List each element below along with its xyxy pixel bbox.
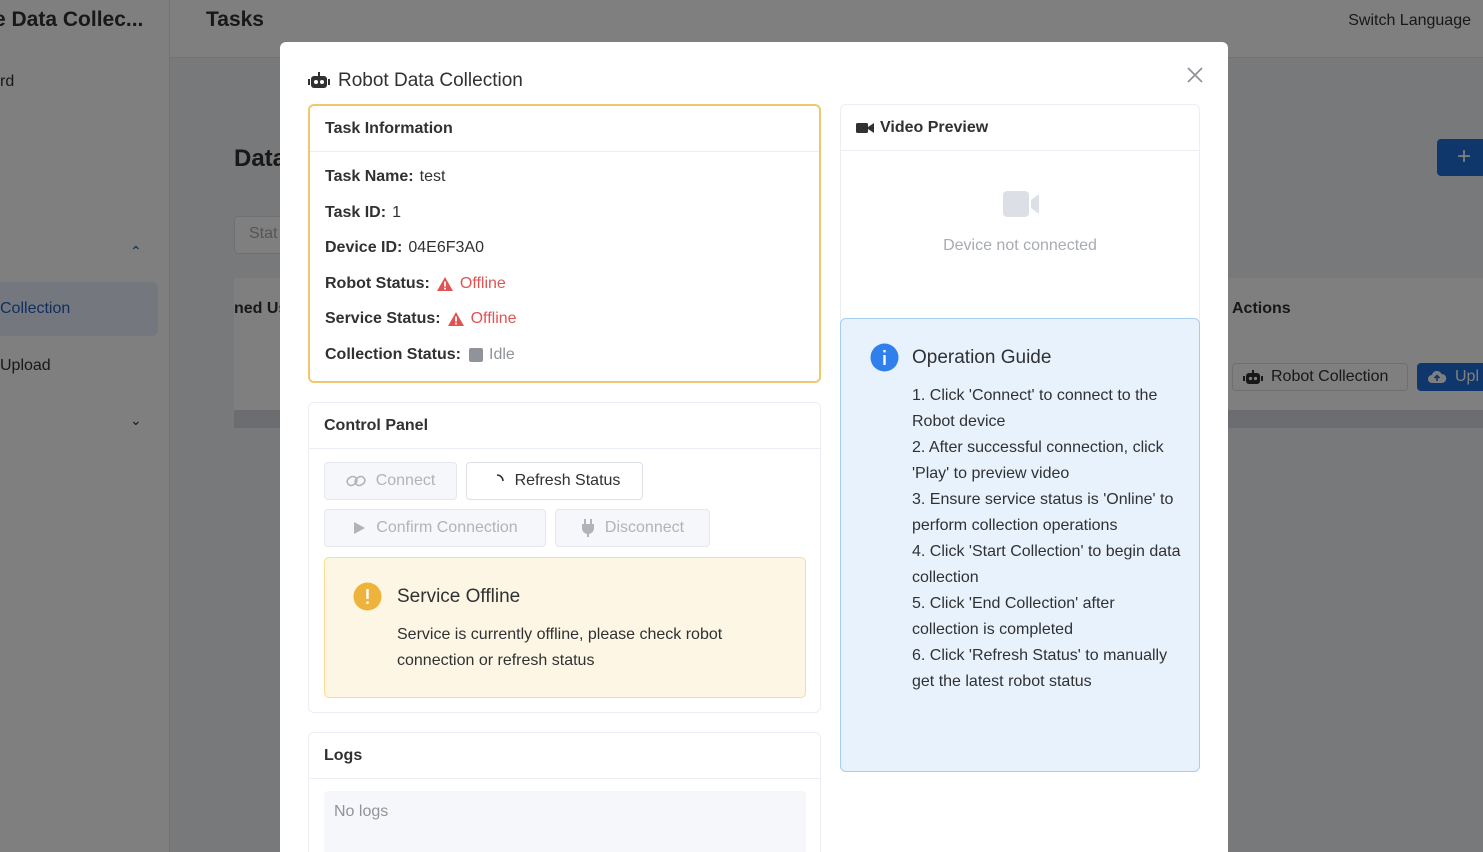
video-preview-card: Video Preview Device not connected xyxy=(840,104,1200,338)
task-name-row: Task Name: test xyxy=(325,168,445,186)
operation-guide: Operation Guide 1. Click 'Connect' to co… xyxy=(840,318,1200,772)
service-offline-title: Service Offline xyxy=(397,586,521,607)
guide-step: 2. After successful connection, click 'P… xyxy=(912,439,1164,482)
task-name-value: test xyxy=(419,168,446,185)
collection-status-label: Collection Status: xyxy=(325,346,462,363)
play-icon xyxy=(354,522,366,534)
device-id-label: Device ID: xyxy=(325,239,403,256)
connect-button[interactable]: Connect xyxy=(324,462,457,500)
link-icon xyxy=(346,475,366,487)
connect-label: Connect xyxy=(375,472,436,489)
info-icon xyxy=(870,343,899,372)
refresh-status-button[interactable]: Refresh Status xyxy=(466,462,643,500)
operation-guide-title: Operation Guide xyxy=(912,347,1052,368)
service-status-value: Offline xyxy=(470,310,517,327)
plug-icon xyxy=(581,519,594,537)
disconnect-button[interactable]: Disconnect xyxy=(555,509,710,547)
logs-card: Logs No logs xyxy=(308,732,821,852)
warning-icon xyxy=(436,277,453,291)
task-information-card: Task Information Task Name: test Task ID… xyxy=(308,104,821,383)
robot-icon xyxy=(308,72,330,88)
robot-status-row: Robot Status: Offline xyxy=(325,275,506,293)
logs-header: Logs xyxy=(309,733,820,779)
operation-guide-steps: 1. Click 'Connect' to connect to the Rob… xyxy=(912,383,1182,695)
task-information-header: Task Information xyxy=(310,106,819,152)
task-name-label: Task Name: xyxy=(325,168,414,185)
guide-step: 3. Ensure service status is 'Online' to … xyxy=(912,491,1174,534)
service-status-label: Service Status: xyxy=(325,310,441,327)
video-preview-body: Device not connected xyxy=(841,151,1199,337)
task-id-value: 1 xyxy=(392,204,401,221)
loading-icon xyxy=(496,474,504,482)
video-camera-icon xyxy=(856,122,874,133)
guide-step: 4. Click 'Start Collection' to begin dat… xyxy=(912,543,1181,586)
refresh-status-label: Refresh Status xyxy=(514,472,621,489)
service-offline-text: Service is currently offline, please che… xyxy=(397,626,723,669)
task-id-label: Task ID: xyxy=(325,204,387,221)
dialog-title: Robot Data Collection xyxy=(308,70,523,92)
logs-body: No logs xyxy=(324,791,806,852)
warning-circle-icon xyxy=(353,582,382,611)
task-id-row: Task ID: 1 xyxy=(325,204,401,222)
robot-status-value: Offline xyxy=(459,275,506,292)
service-offline-alert: Service Offline Service is currently off… xyxy=(324,557,806,698)
confirm-connection-label: Confirm Connection xyxy=(376,519,518,536)
warning-icon xyxy=(447,312,464,326)
guide-step: 1. Click 'Connect' to connect to the Rob… xyxy=(912,387,1158,430)
control-panel-card: Control Panel Connect Refresh Status Con… xyxy=(308,402,821,713)
device-id-row: Device ID: 04E6F3A0 xyxy=(325,239,484,257)
control-panel-header: Control Panel xyxy=(309,403,820,449)
video-preview-header: Video Preview xyxy=(841,105,1199,151)
stop-icon xyxy=(469,348,484,362)
close-icon[interactable] xyxy=(1184,64,1206,86)
video-camera-placeholder-icon xyxy=(1003,191,1039,217)
guide-step: 6. Click 'Refresh Status' to manually ge… xyxy=(912,647,1168,690)
dialog-title-text: Robot Data Collection xyxy=(338,70,523,91)
video-preview-title: Video Preview xyxy=(880,118,989,136)
confirm-connection-button[interactable]: Confirm Connection xyxy=(324,509,546,547)
guide-step: 5. Click 'End Collection' after collecti… xyxy=(912,595,1115,638)
service-status-row: Service Status: Offline xyxy=(325,310,517,328)
collection-status-row: Collection Status: Idle xyxy=(325,346,515,364)
collection-status-value: Idle xyxy=(489,346,515,363)
device-id-value: 04E6F3A0 xyxy=(408,239,484,256)
robot-status-label: Robot Status: xyxy=(325,275,430,292)
device-not-connected-text: Device not connected xyxy=(943,237,1097,254)
disconnect-label: Disconnect xyxy=(604,519,685,536)
robot-data-collection-dialog: Robot Data Collection Task Information T… xyxy=(280,42,1228,852)
